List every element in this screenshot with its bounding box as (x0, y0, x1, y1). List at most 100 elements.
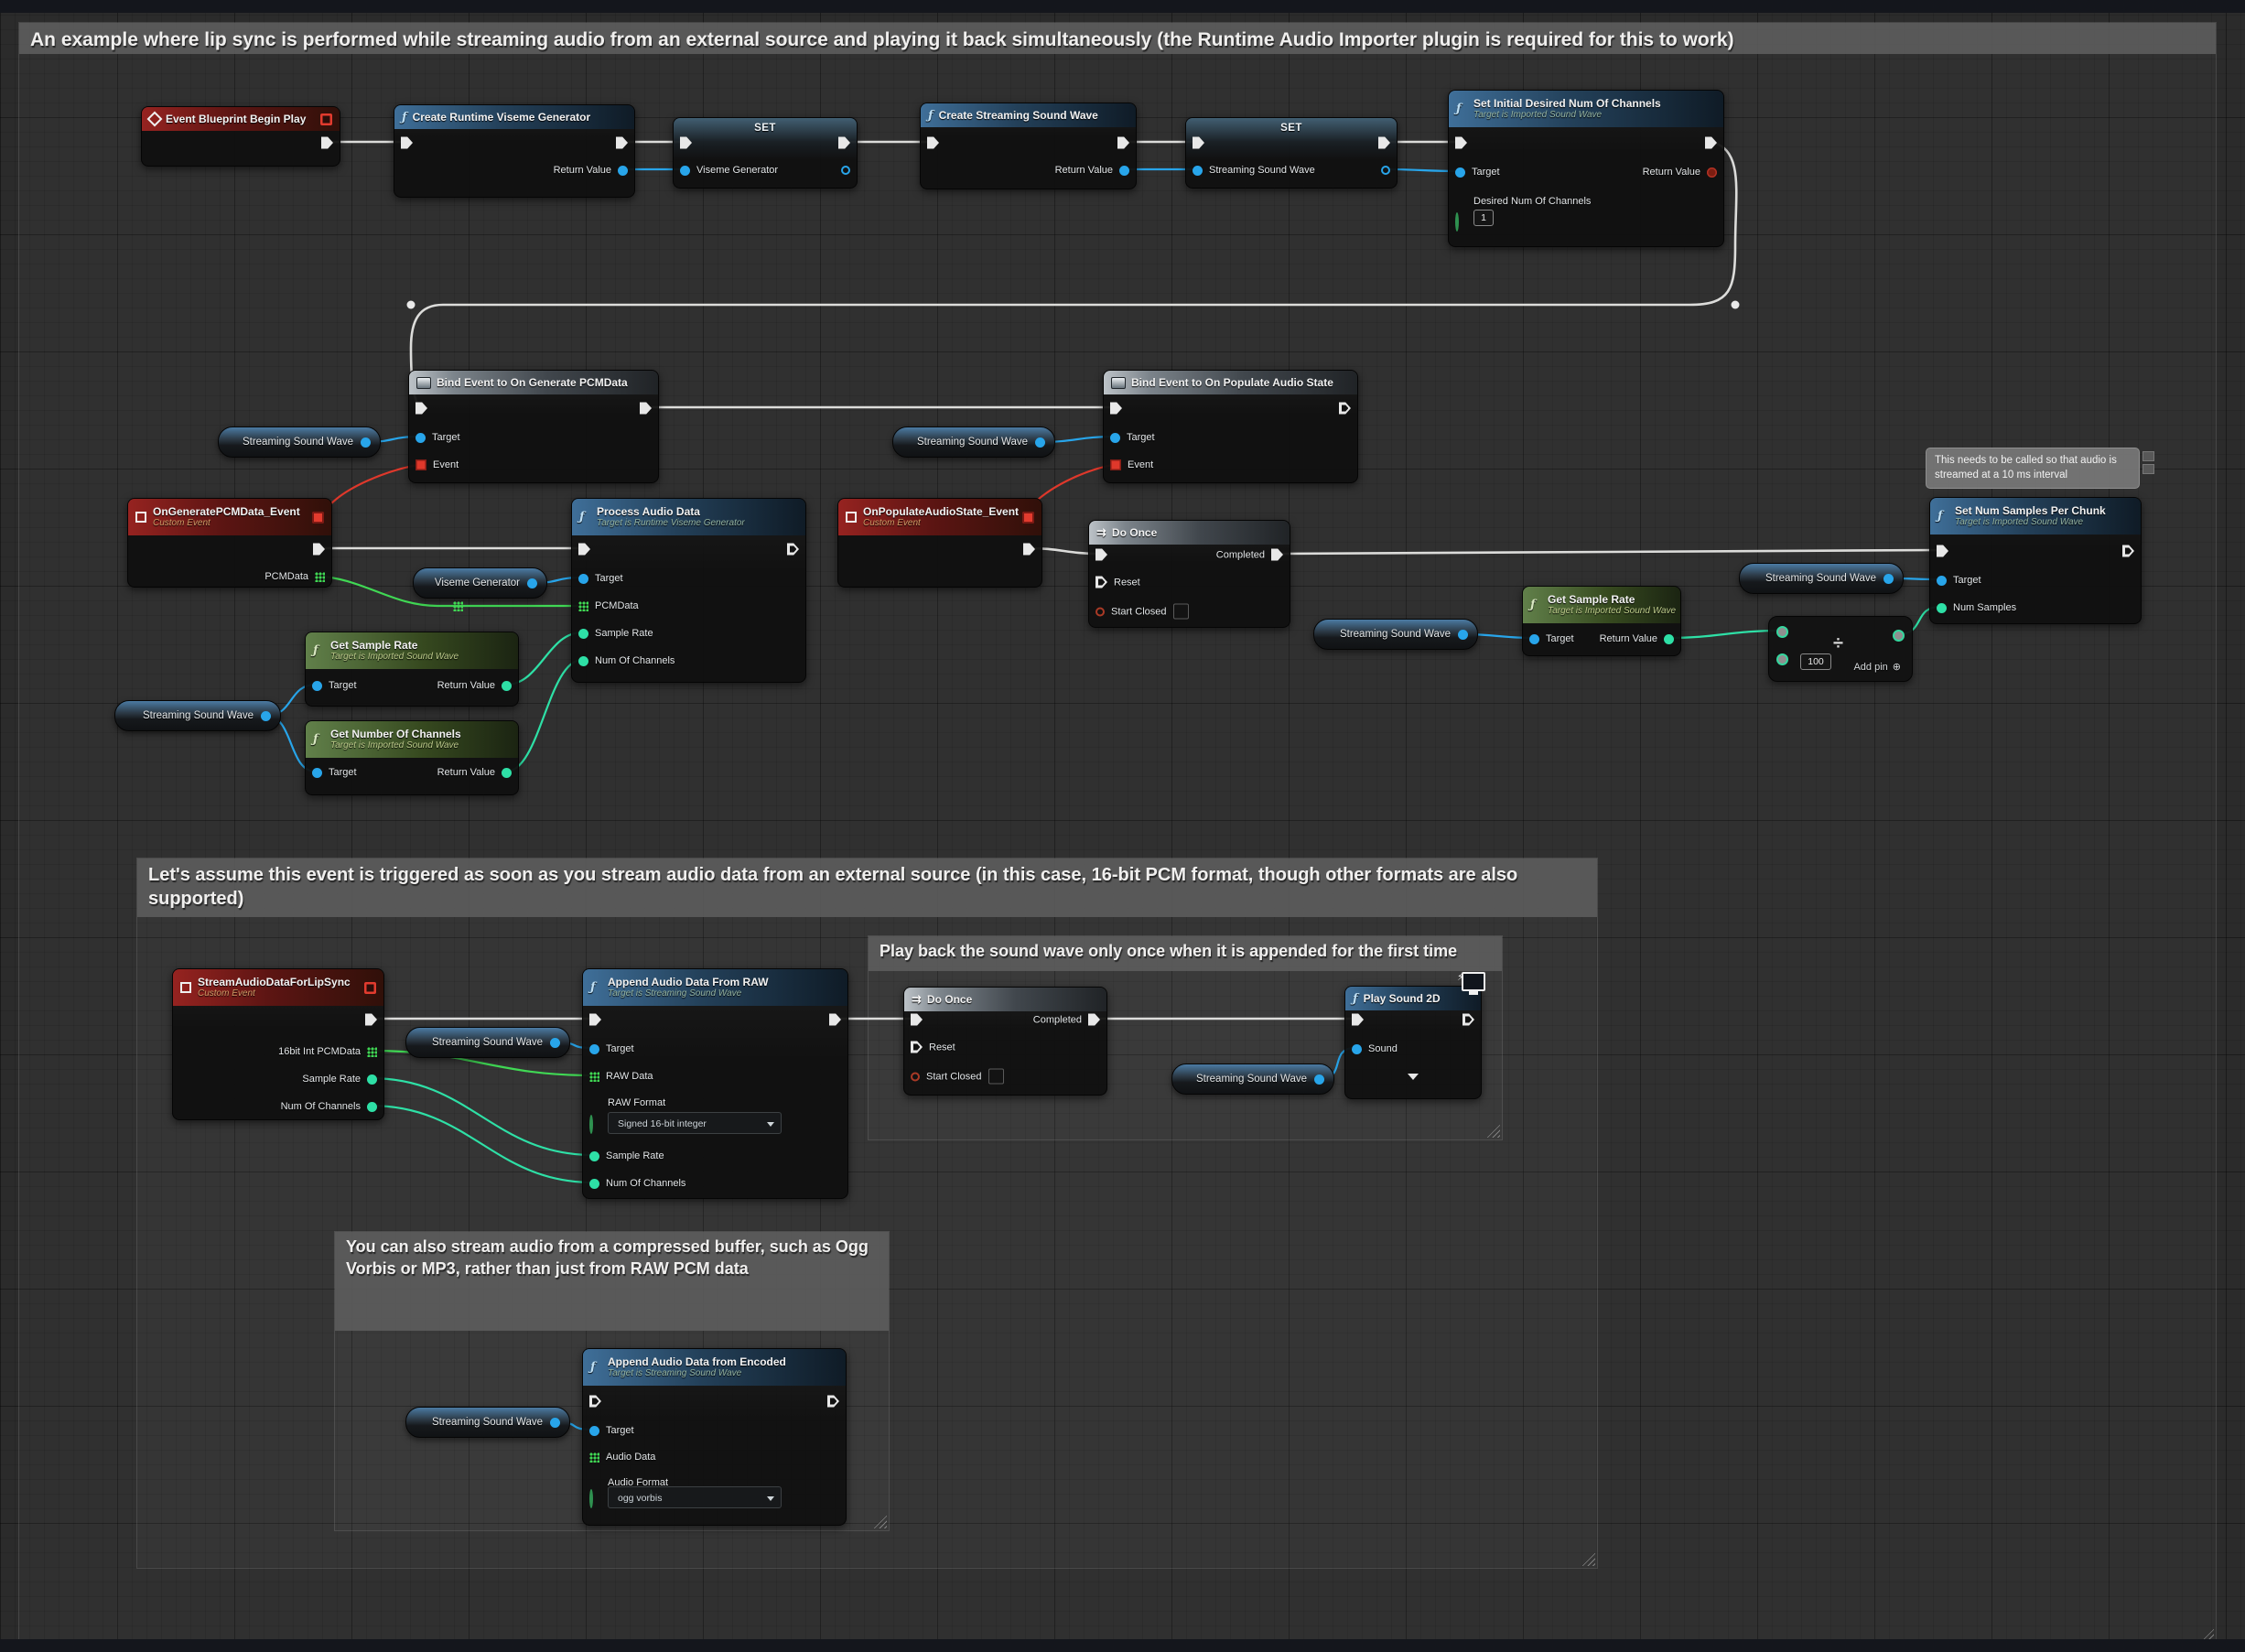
node-get-sample-rate-left[interactable]: ƒGet Sample RateTarget is Imported Sound… (305, 632, 519, 707)
variable-get-streaming-sound-wave-2[interactable]: Streaming Sound Wave (892, 426, 1055, 458)
node-header[interactable]: StreamAudioDataForLipSyncCustom Event (173, 969, 383, 1006)
divide-out-pin[interactable] (1893, 630, 1905, 642)
exec-pin[interactable] (1271, 549, 1283, 561)
variable-get-streaming-sound-wave-7[interactable]: Streaming Sound Wave (1171, 1064, 1334, 1095)
reroute-node[interactable] (1732, 301, 1740, 309)
object-pin[interactable] (589, 1044, 599, 1054)
enum-pin[interactable] (589, 1115, 593, 1134)
exec-pin[interactable] (911, 1042, 923, 1053)
node-header[interactable]: ƒAppend Audio Data From RAWTarget is Str… (583, 969, 847, 1006)
node-append-audio-data-from-encoded[interactable]: ƒAppend Audio Data from EncodedTarget is… (582, 1348, 847, 1526)
object-pin[interactable] (618, 166, 628, 176)
node-set-initial-desired-num-of-channels[interactable]: ƒSet Initial Desired Num Of ChannelsTarg… (1448, 90, 1724, 247)
exec-pin[interactable] (827, 1396, 839, 1408)
int-pin[interactable] (589, 1151, 599, 1161)
int-pin[interactable] (589, 1179, 599, 1189)
node-set-viseme-generator[interactable]: SETViseme Generator (673, 117, 858, 189)
exec-pin[interactable] (1455, 137, 1467, 149)
node-header[interactable]: Bind Event to On Generate PCMData (409, 371, 658, 394)
object-pin[interactable] (1110, 433, 1120, 443)
exec-pin[interactable] (680, 137, 692, 149)
int-pin[interactable] (367, 1074, 377, 1085)
node-header[interactable]: ƒGet Sample RateTarget is Imported Sound… (1523, 587, 1680, 623)
object-pin[interactable] (680, 166, 690, 176)
node-set-streaming-sound-wave[interactable]: SETStreaming Sound Wave (1185, 117, 1398, 189)
exec-pin[interactable] (1352, 1014, 1364, 1026)
enum-pin[interactable] (1455, 212, 1459, 232)
variable-get-streaming-sound-wave-8[interactable]: Streaming Sound Wave (405, 1407, 570, 1438)
event-delegate-pin[interactable] (364, 982, 376, 994)
variable-get-streaming-sound-wave-1[interactable]: Streaming Sound Wave (218, 426, 381, 458)
array-pin[interactable] (315, 572, 325, 582)
variable-get-streaming-sound-wave-3[interactable]: Streaming Sound Wave (114, 700, 281, 731)
delegate-pin[interactable] (416, 459, 426, 470)
object-pin[interactable] (1352, 1044, 1362, 1054)
node-header[interactable]: Bind Event to On Populate Audio State (1104, 371, 1357, 394)
exec-pin[interactable] (911, 1014, 923, 1026)
delegate-pin[interactable] (1110, 459, 1121, 470)
exec-pin[interactable] (416, 403, 427, 415)
node-do-once-2[interactable]: ⇉Do OnceCompletedResetStart Closed (903, 987, 1107, 1096)
variable-get-streaming-sound-wave-4[interactable]: Streaming Sound Wave (1313, 619, 1478, 650)
node-header[interactable]: ƒCreate Runtime Viseme Generator (394, 105, 634, 129)
int-pin[interactable] (502, 681, 512, 691)
object-pin[interactable] (1455, 167, 1465, 178)
exec-pin[interactable] (1096, 577, 1107, 588)
int-pin[interactable] (578, 656, 588, 666)
variable-get-streaming-sound-wave-6[interactable]: Streaming Sound Wave (405, 1027, 570, 1058)
node-header[interactable]: ƒProcess Audio DataTarget is Runtime Vis… (572, 499, 805, 535)
node-header[interactable]: ƒGet Number Of ChannelsTarget is Importe… (306, 721, 518, 758)
checkbox[interactable] (1173, 604, 1189, 620)
object-pin[interactable] (1937, 576, 1947, 586)
exec-pin[interactable] (1110, 403, 1122, 415)
exec-pin[interactable] (321, 137, 333, 149)
node-process-audio-data[interactable]: ƒProcess Audio DataTarget is Runtime Vis… (571, 498, 806, 683)
object-pin[interactable] (416, 433, 426, 443)
node-get-sample-rate-mid[interactable]: ƒGet Sample RateTarget is Imported Sound… (1522, 586, 1681, 656)
start-closed-pin[interactable] (1096, 607, 1105, 616)
node-header[interactable]: ƒSet Num Samples Per ChunkTarget is Impo… (1930, 498, 2141, 534)
divide-in-pin[interactable] (1776, 626, 1788, 638)
divide-in-pin[interactable] (1776, 653, 1788, 665)
node-play-sound-2d[interactable]: ƒPlay Sound 2DSound (1344, 986, 1482, 1099)
object-out-pin[interactable] (1035, 437, 1045, 448)
event-delegate-pin[interactable] (320, 113, 332, 125)
exec-pin[interactable] (1193, 137, 1204, 149)
object-out-pin[interactable] (550, 1038, 560, 1048)
collapse-chevron-icon[interactable] (1408, 1074, 1419, 1080)
array-pin[interactable] (589, 1072, 599, 1082)
exec-pin[interactable] (787, 544, 799, 556)
object-out-pin[interactable] (1314, 1074, 1324, 1085)
tooltip-pin-icon[interactable] (2142, 451, 2154, 474)
node-stream-audio-data-for-lipsync[interactable]: StreamAudioDataForLipSyncCustom Event16b… (172, 968, 384, 1120)
node-get-number-of-channels[interactable]: ƒGet Number Of ChannelsTarget is Importe… (305, 720, 519, 795)
node-do-once-1[interactable]: ⇉Do OnceCompletedResetStart Closed (1088, 520, 1290, 628)
object-out-pin[interactable] (361, 437, 371, 448)
exec-pin[interactable] (1937, 545, 1948, 557)
exec-pin[interactable] (313, 544, 325, 556)
exec-pin[interactable] (1023, 544, 1035, 556)
event-delegate-pin[interactable] (312, 512, 324, 524)
int-pin[interactable] (578, 629, 588, 639)
node-bind-event-to-on-populate-audio-state[interactable]: Bind Event to On Populate Audio StateTar… (1103, 370, 1358, 483)
object-pin[interactable] (1119, 166, 1129, 176)
object-pin[interactable] (312, 681, 322, 691)
exec-pin[interactable] (401, 137, 413, 149)
node-create-runtime-viseme-generator[interactable]: ƒCreate Runtime Viseme GeneratorReturn V… (394, 104, 635, 198)
exec-pin[interactable] (1462, 1014, 1474, 1026)
add-pin-button[interactable]: Add pin⊕ (1853, 661, 1901, 673)
exec-pin[interactable] (838, 137, 850, 149)
object-pin[interactable] (578, 574, 588, 584)
int-pin[interactable] (367, 1102, 377, 1112)
node-on-populate-audiostate-event[interactable]: OnPopulateAudioState_EventCustom Event (837, 498, 1042, 588)
reroute-node[interactable] (407, 301, 416, 309)
exec-pin[interactable] (1378, 137, 1390, 149)
start-closed-pin[interactable] (911, 1072, 920, 1081)
exec-pin[interactable] (578, 544, 590, 556)
node-header[interactable]: ƒGet Sample RateTarget is Imported Sound… (306, 632, 518, 669)
exec-pin[interactable] (589, 1014, 601, 1026)
int-pin[interactable] (502, 768, 512, 778)
exec-pin[interactable] (640, 403, 652, 415)
node-header[interactable]: Event Blueprint Begin Play (142, 107, 340, 131)
node-event-blueprint-begin-play[interactable]: Event Blueprint Begin Play (141, 106, 340, 167)
